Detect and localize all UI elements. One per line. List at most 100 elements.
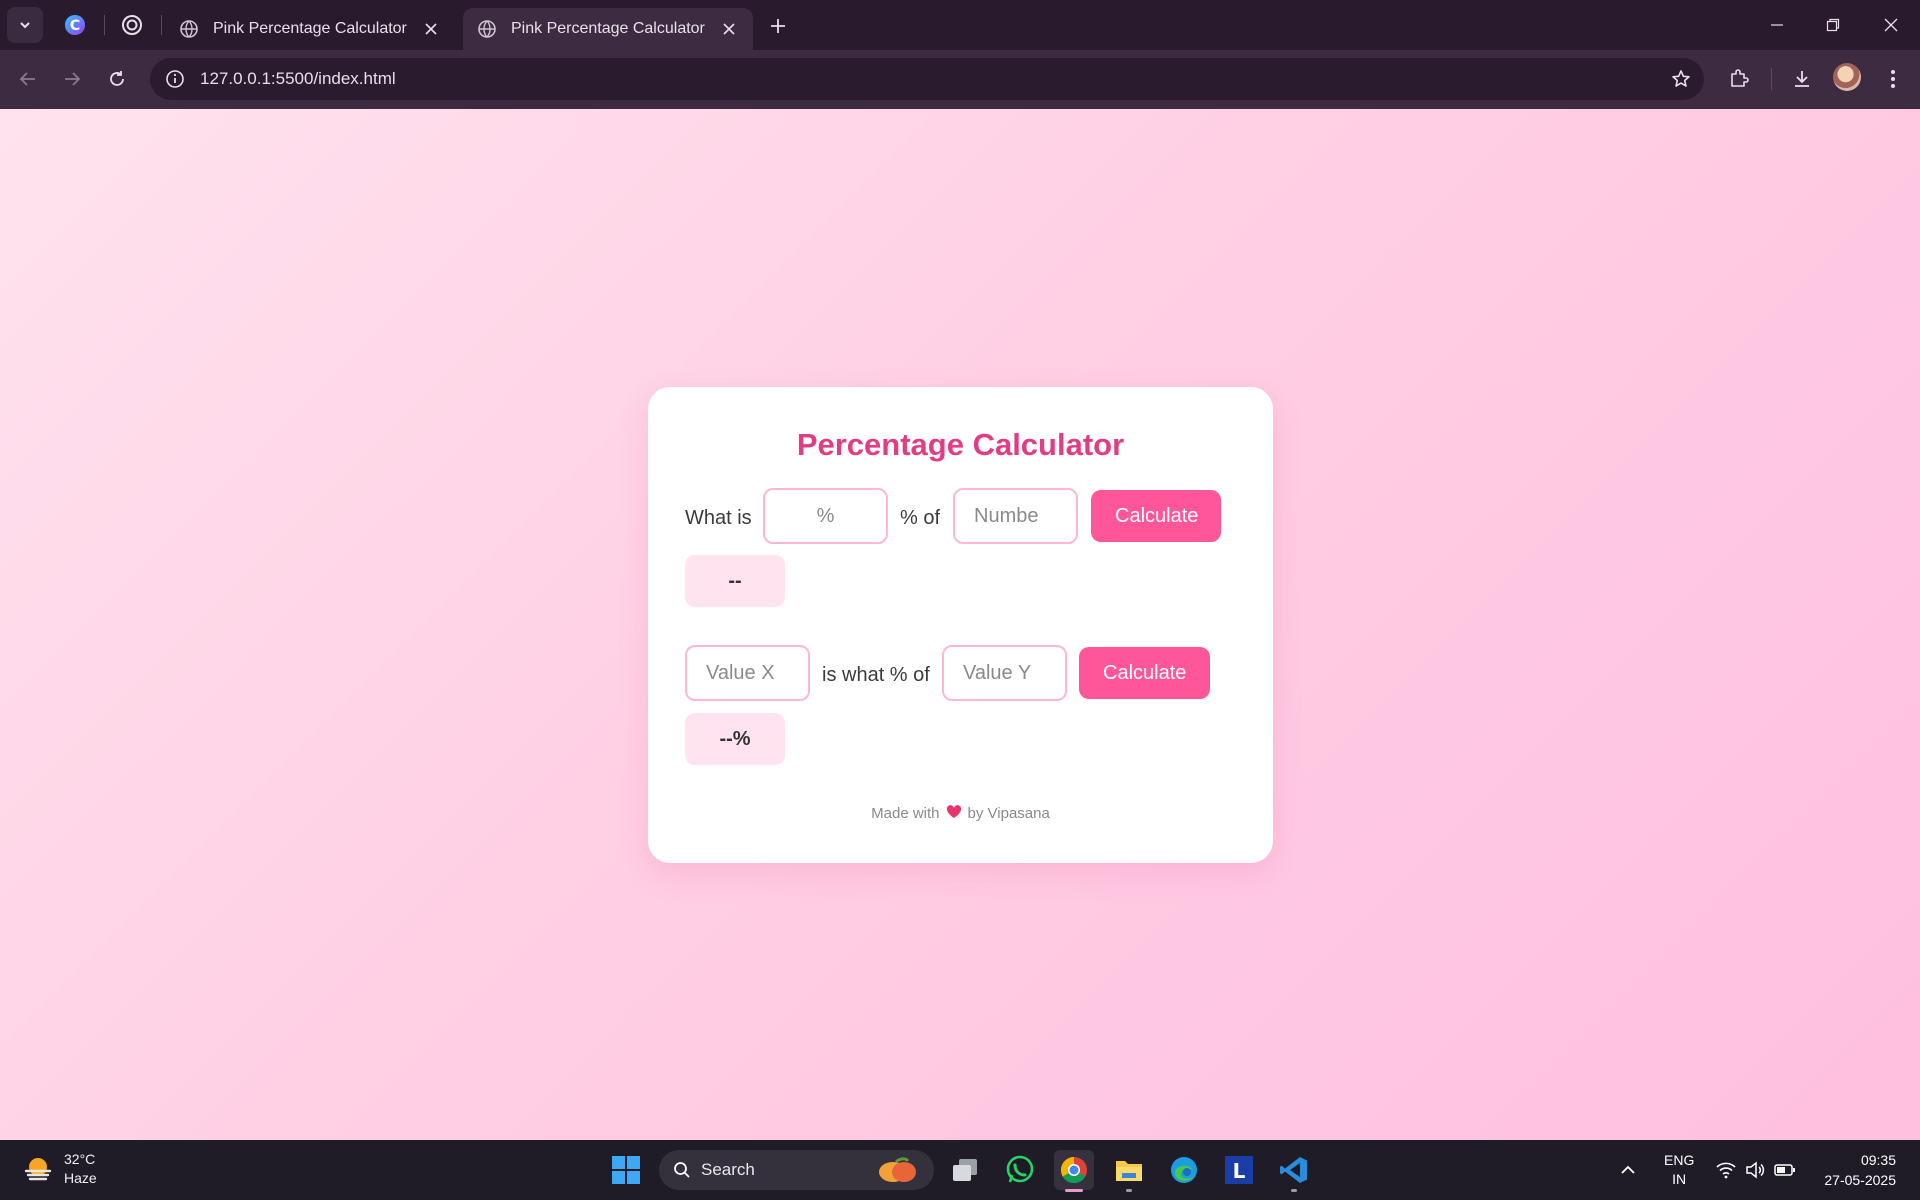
downloads-button[interactable] (1787, 64, 1817, 94)
running-indicator (1065, 1189, 1083, 1192)
globe-icon (180, 20, 198, 38)
kebab-menu-icon (1891, 70, 1895, 88)
vscode-button[interactable] (1274, 1150, 1314, 1192)
back-button[interactable] (13, 64, 43, 94)
quick-settings-button[interactable] (1716, 1140, 1796, 1200)
page-title: Percentage Calculator (796, 427, 1125, 462)
result-2: --% (685, 713, 785, 765)
site-info-button[interactable] (154, 58, 196, 100)
search-label: Search (701, 1160, 755, 1179)
percent-of-label: % of (900, 507, 941, 529)
address-bar[interactable]: 127.0.0.1:5500/index.html (150, 58, 1704, 100)
close-icon (1884, 18, 1898, 32)
footer-credit: Made with by Vipasana (648, 805, 1273, 823)
volume-icon (1746, 1161, 1765, 1179)
chrome-button[interactable] (1054, 1150, 1094, 1192)
extensions-button[interactable] (1724, 64, 1754, 94)
tab-active[interactable]: Pink Percentage Calculator (463, 8, 753, 50)
file-explorer-button[interactable] (1109, 1150, 1149, 1192)
wifi-icon (1716, 1162, 1736, 1179)
star-icon (1672, 70, 1690, 87)
result-1: -- (685, 555, 785, 607)
toolbar-separator (1771, 68, 1772, 90)
heart-icon (946, 805, 962, 823)
page-content: Percentage Calculator What is % of Calcu… (0, 109, 1920, 1140)
edge-button[interactable] (1164, 1150, 1204, 1190)
chatgpt-icon (122, 15, 142, 35)
tab-close-button[interactable] (719, 19, 739, 39)
task-view-button[interactable] (945, 1150, 985, 1190)
close-icon (723, 23, 735, 35)
tab-title: Pink Percentage Calculator (511, 20, 705, 37)
url-text[interactable]: 127.0.0.1:5500/index.html (200, 69, 396, 89)
show-hidden-icons-button[interactable] (1620, 1140, 1636, 1200)
windows-taskbar: 32°C Haze Search L ENG IN 09:35 27-05-20… (0, 1140, 1920, 1200)
l-app-button[interactable]: L (1219, 1150, 1259, 1190)
value-y-input[interactable] (942, 645, 1067, 701)
tab-search-button[interactable] (7, 7, 43, 43)
is-what-percent-of-label: is what % of (822, 664, 930, 686)
profile-avatar[interactable] (1833, 63, 1861, 91)
pinned-tab-chatgpt[interactable] (119, 12, 145, 38)
restore-button[interactable] (1818, 10, 1848, 40)
pinned-tab-copilot[interactable]: C (62, 12, 88, 38)
language-indicator[interactable]: ENG IN (1664, 1140, 1694, 1200)
tab-title: Pink Percentage Calculator (213, 20, 407, 37)
browser-tab-bar: C Pink Percentage Calculator Pink Percen… (0, 0, 1920, 50)
puzzle-icon (1731, 69, 1749, 87)
info-icon (166, 70, 184, 88)
tab-separator (104, 15, 105, 35)
forward-button[interactable] (57, 64, 87, 94)
weather-temperature: 32°C (64, 1151, 96, 1167)
weather-widget[interactable]: 32°C Haze (22, 1150, 97, 1188)
chevron-down-icon (20, 22, 30, 29)
back-arrow-icon (19, 72, 35, 86)
svg-text:L: L (1233, 1159, 1246, 1183)
calculate-button-2[interactable]: Calculate (1079, 647, 1210, 699)
close-icon (425, 23, 437, 35)
edge-icon (1171, 1157, 1197, 1183)
tab-close-button[interactable] (421, 19, 441, 39)
value-x-input[interactable] (685, 645, 810, 701)
task-view-icon (953, 1159, 977, 1181)
browser-toolbar: 127.0.0.1:5500/index.html (0, 50, 1920, 109)
chrome-icon (1060, 1156, 1087, 1184)
plus-icon (771, 19, 785, 33)
whatsapp-button[interactable] (1000, 1150, 1040, 1190)
download-icon (1795, 71, 1809, 87)
battery-icon (1774, 1164, 1795, 1176)
minimize-button[interactable] (1762, 10, 1792, 40)
running-indicator (1291, 1189, 1297, 1192)
chevron-up-icon (1621, 1165, 1635, 1174)
footer-text-after: by Vipasana (967, 805, 1050, 822)
language-line-1: ENG (1664, 1152, 1695, 1168)
minimize-icon (1771, 24, 1783, 26)
calculate-button-1[interactable]: Calculate (1091, 490, 1221, 542)
clock[interactable]: 09:35 27-05-2025 (1824, 1150, 1896, 1190)
bookmark-button[interactable] (1668, 66, 1694, 92)
folder-icon (1116, 1161, 1142, 1181)
start-button[interactable] (606, 1150, 646, 1190)
l-app-icon: L (1225, 1156, 1253, 1184)
running-indicator (1126, 1189, 1132, 1192)
taskbar-search[interactable]: Search (659, 1150, 934, 1190)
weather-condition: Haze (64, 1170, 97, 1186)
windows-logo-icon (612, 1156, 640, 1184)
what-is-label: What is (685, 507, 752, 529)
forward-arrow-icon (65, 72, 81, 86)
tab-inactive[interactable]: Pink Percentage Calculator (165, 8, 455, 50)
reload-button[interactable] (102, 64, 132, 94)
new-tab-button[interactable] (764, 12, 792, 40)
browser-menu-button[interactable] (1878, 64, 1908, 94)
clock-time: 09:35 (1860, 1152, 1896, 1168)
copilot-icon: C (65, 15, 85, 35)
percent-input[interactable] (763, 488, 888, 544)
footer-text-before: Made with (871, 805, 940, 822)
calculator-card: Percentage Calculator What is % of Calcu… (648, 387, 1273, 863)
fruit-highlight-icon (879, 1157, 916, 1182)
search-icon (674, 1162, 690, 1178)
close-window-button[interactable] (1876, 10, 1906, 40)
clock-date: 27-05-2025 (1824, 1172, 1896, 1188)
tab-separator (161, 15, 162, 35)
number-input[interactable] (953, 488, 1078, 544)
